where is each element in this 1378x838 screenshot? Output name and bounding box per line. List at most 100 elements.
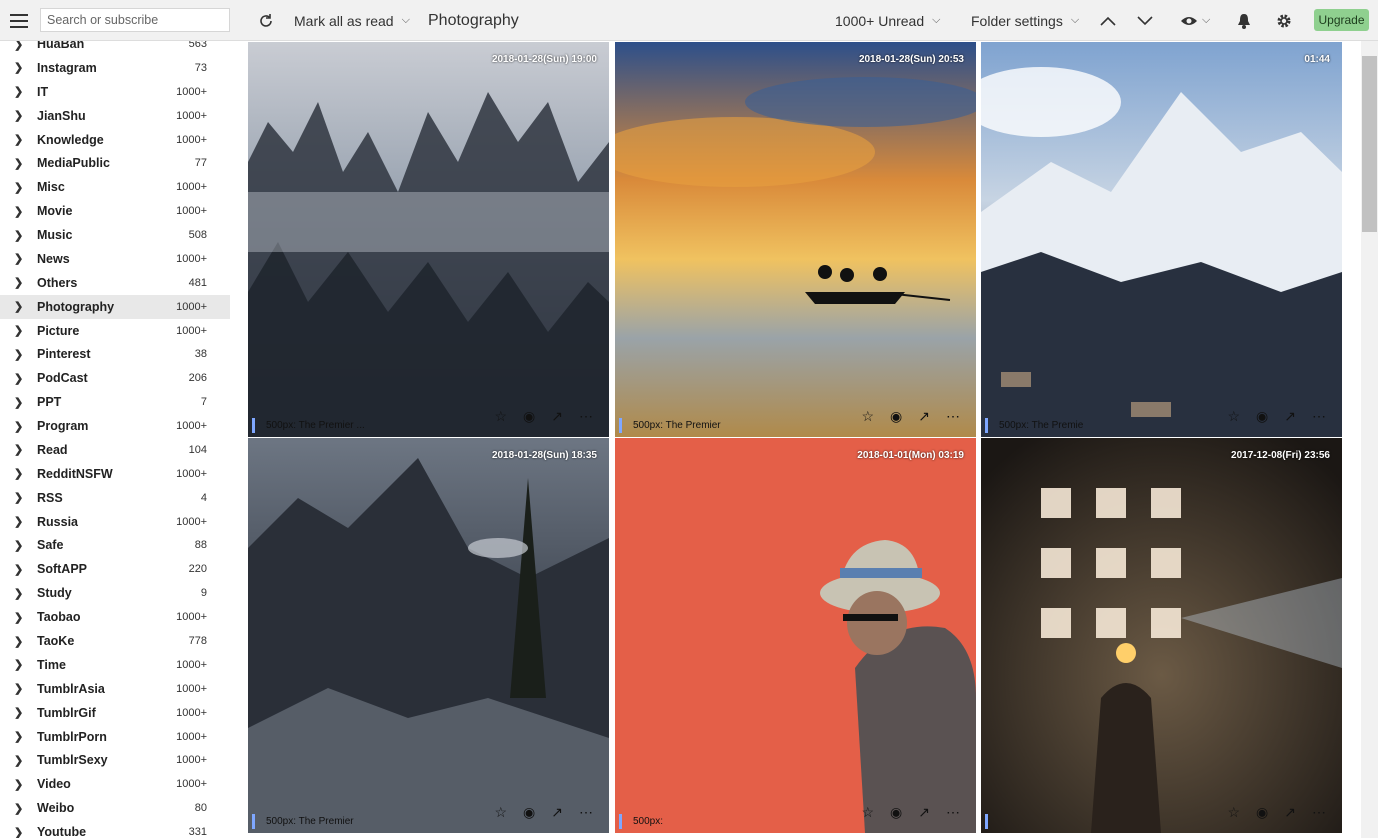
sidebar-item-redditnsfw[interactable]: ❯ RedditNSFW 1000+ [0,462,230,486]
upgrade-button[interactable]: Upgrade [1314,9,1369,31]
sidebar-item-tumblrasia[interactable]: ❯ TumblrAsia 1000+ [0,677,230,701]
chevron-right-icon[interactable]: ❯ [14,467,23,480]
chevron-right-icon[interactable]: ❯ [14,611,23,624]
chevron-right-icon[interactable]: ❯ [14,133,23,146]
chevron-right-icon[interactable]: ❯ [14,252,23,265]
refresh-icon[interactable] [258,0,274,41]
chevron-right-icon[interactable]: ❯ [14,515,23,528]
chevron-right-icon[interactable]: ❯ [14,420,23,433]
sidebar-item-study[interactable]: ❯ Study 9 [0,581,230,605]
chevron-right-icon[interactable]: ❯ [14,276,23,289]
scrollbar-thumb[interactable] [1362,56,1377,232]
folder-settings-button[interactable]: Folder settings ⌵ [971,0,1079,41]
chevron-right-icon[interactable]: ❯ [14,61,23,74]
card-caption[interactable]: 500px: [619,813,663,829]
card-caption[interactable]: 500px: The Premier ... [252,417,365,433]
sidebar-item-ppt[interactable]: ❯ PPT 7 [0,390,230,414]
more-icon[interactable]: ⋯ [579,804,593,821]
sidebar-item-rss[interactable]: ❯ RSS 4 [0,486,230,510]
sidebar-item-music[interactable]: ❯ Music 508 [0,223,230,247]
chevron-down-icon[interactable] [1137,0,1153,41]
sidebar-item-weibo[interactable]: ❯ Weibo 80 [0,796,230,820]
open-external-icon[interactable]: ↗ [1284,804,1296,821]
unread-filter-button[interactable]: 1000+ Unread ⌵ [835,0,940,41]
chevron-right-icon[interactable]: ❯ [14,682,23,695]
more-icon[interactable]: ⋯ [946,804,960,821]
sidebar-item-tumblrporn[interactable]: ❯ TumblrPorn 1000+ [0,725,230,749]
chevron-right-icon[interactable]: ❯ [14,85,23,98]
chevron-right-icon[interactable]: ❯ [14,443,23,456]
open-external-icon[interactable]: ↗ [1284,408,1296,425]
photo-image[interactable] [248,42,609,437]
card-caption[interactable]: 500px: The Premier [252,813,354,829]
chevron-right-icon[interactable]: ❯ [14,802,23,815]
chevron-right-icon[interactable]: ❯ [14,730,23,743]
more-icon[interactable]: ⋯ [1312,408,1326,425]
more-icon[interactable]: ⋯ [1312,804,1326,821]
photo-card[interactable]: 2017-12-08(Fri) 23:56 ☆ ◉ ↗ ⋯ [981,438,1342,833]
photo-image[interactable] [248,438,609,833]
photo-image[interactable] [981,42,1342,437]
chevron-right-icon[interactable]: ❯ [14,181,23,194]
chevron-right-icon[interactable]: ❯ [14,658,23,671]
sidebar-item-instagram[interactable]: ❯ Instagram 73 [0,56,230,80]
photo-card[interactable]: 2018-01-28(Sun) 19:00 500px: The Premier … [248,42,609,437]
sidebar-item-picture[interactable]: ❯ Picture 1000+ [0,319,230,343]
open-external-icon[interactable]: ↗ [918,408,930,425]
chevron-right-icon[interactable]: ❯ [14,229,23,242]
mark-all-read-button[interactable]: Mark all as read ⌵ [294,0,410,41]
star-icon[interactable]: ☆ [1227,408,1240,425]
star-icon[interactable]: ☆ [861,804,874,821]
sidebar-item-it[interactable]: ❯ IT 1000+ [0,80,230,104]
open-external-icon[interactable]: ↗ [918,804,930,821]
sidebar-item-misc[interactable]: ❯ Misc 1000+ [0,175,230,199]
gear-icon[interactable] [1276,0,1292,41]
sidebar-item-taobao[interactable]: ❯ Taobao 1000+ [0,605,230,629]
sidebar-item-russia[interactable]: ❯ Russia 1000+ [0,510,230,534]
chevron-right-icon[interactable]: ❯ [14,826,23,838]
photo-image[interactable] [615,438,976,833]
chevron-right-icon[interactable]: ❯ [14,563,23,576]
chevron-right-icon[interactable]: ❯ [14,300,23,313]
sidebar-item-video[interactable]: ❯ Video 1000+ [0,772,230,796]
chevron-right-icon[interactable]: ❯ [14,396,23,409]
mark-read-icon[interactable]: ◉ [1256,804,1268,821]
sidebar-item-tumblrsexy[interactable]: ❯ TumblrSexy 1000+ [0,748,230,772]
chevron-right-icon[interactable]: ❯ [14,754,23,767]
bell-icon[interactable] [1237,0,1251,41]
sidebar-item-tumblrgif[interactable]: ❯ TumblrGif 1000+ [0,701,230,725]
mark-read-icon[interactable]: ◉ [890,804,902,821]
chevron-right-icon[interactable]: ❯ [14,491,23,504]
sidebar-item-jianshu[interactable]: ❯ JianShu 1000+ [0,104,230,128]
chevron-right-icon[interactable]: ❯ [14,348,23,361]
sidebar-item-softapp[interactable]: ❯ SoftAPP 220 [0,557,230,581]
mark-read-icon[interactable]: ◉ [1256,408,1268,425]
photo-card[interactable]: 2018-01-01(Mon) 03:19 500px: ☆ ◉ ↗ ⋯ [615,438,976,833]
mark-read-icon[interactable]: ◉ [523,408,535,425]
star-icon[interactable]: ☆ [494,408,507,425]
chevron-right-icon[interactable]: ❯ [14,324,23,337]
photo-image[interactable] [981,438,1342,833]
sidebar-item-knowledge[interactable]: ❯ Knowledge 1000+ [0,128,230,152]
chevron-right-icon[interactable]: ❯ [14,635,23,648]
star-icon[interactable]: ☆ [1227,804,1240,821]
star-icon[interactable]: ☆ [494,804,507,821]
chevron-right-icon[interactable]: ❯ [14,109,23,122]
card-caption[interactable] [985,813,999,829]
chevron-right-icon[interactable]: ❯ [14,205,23,218]
mark-read-icon[interactable]: ◉ [890,408,902,425]
more-icon[interactable]: ⋯ [946,408,960,425]
sidebar-item-pinterest[interactable]: ❯ Pinterest 38 [0,342,230,366]
sidebar-item-others[interactable]: ❯ Others 481 [0,271,230,295]
sidebar-item-photography[interactable]: ❯ Photography 1000+ [0,294,230,319]
chevron-right-icon[interactable]: ❯ [14,41,23,51]
sidebar-item-taoke[interactable]: ❯ TaoKe 778 [0,629,230,653]
photo-card[interactable]: 01:44 500px: The Premie ☆ ◉ ↗ ⋯ [981,42,1342,437]
sidebar-item-safe[interactable]: ❯ Safe 88 [0,533,230,557]
chevron-right-icon[interactable]: ❯ [14,587,23,600]
sidebar-item-podcast[interactable]: ❯ PodCast 206 [0,366,230,390]
sidebar-item-mediapublic[interactable]: ❯ MediaPublic 77 [0,151,230,175]
chevron-right-icon[interactable]: ❯ [14,372,23,385]
sidebar-item-time[interactable]: ❯ Time 1000+ [0,653,230,677]
more-icon[interactable]: ⋯ [579,408,593,425]
